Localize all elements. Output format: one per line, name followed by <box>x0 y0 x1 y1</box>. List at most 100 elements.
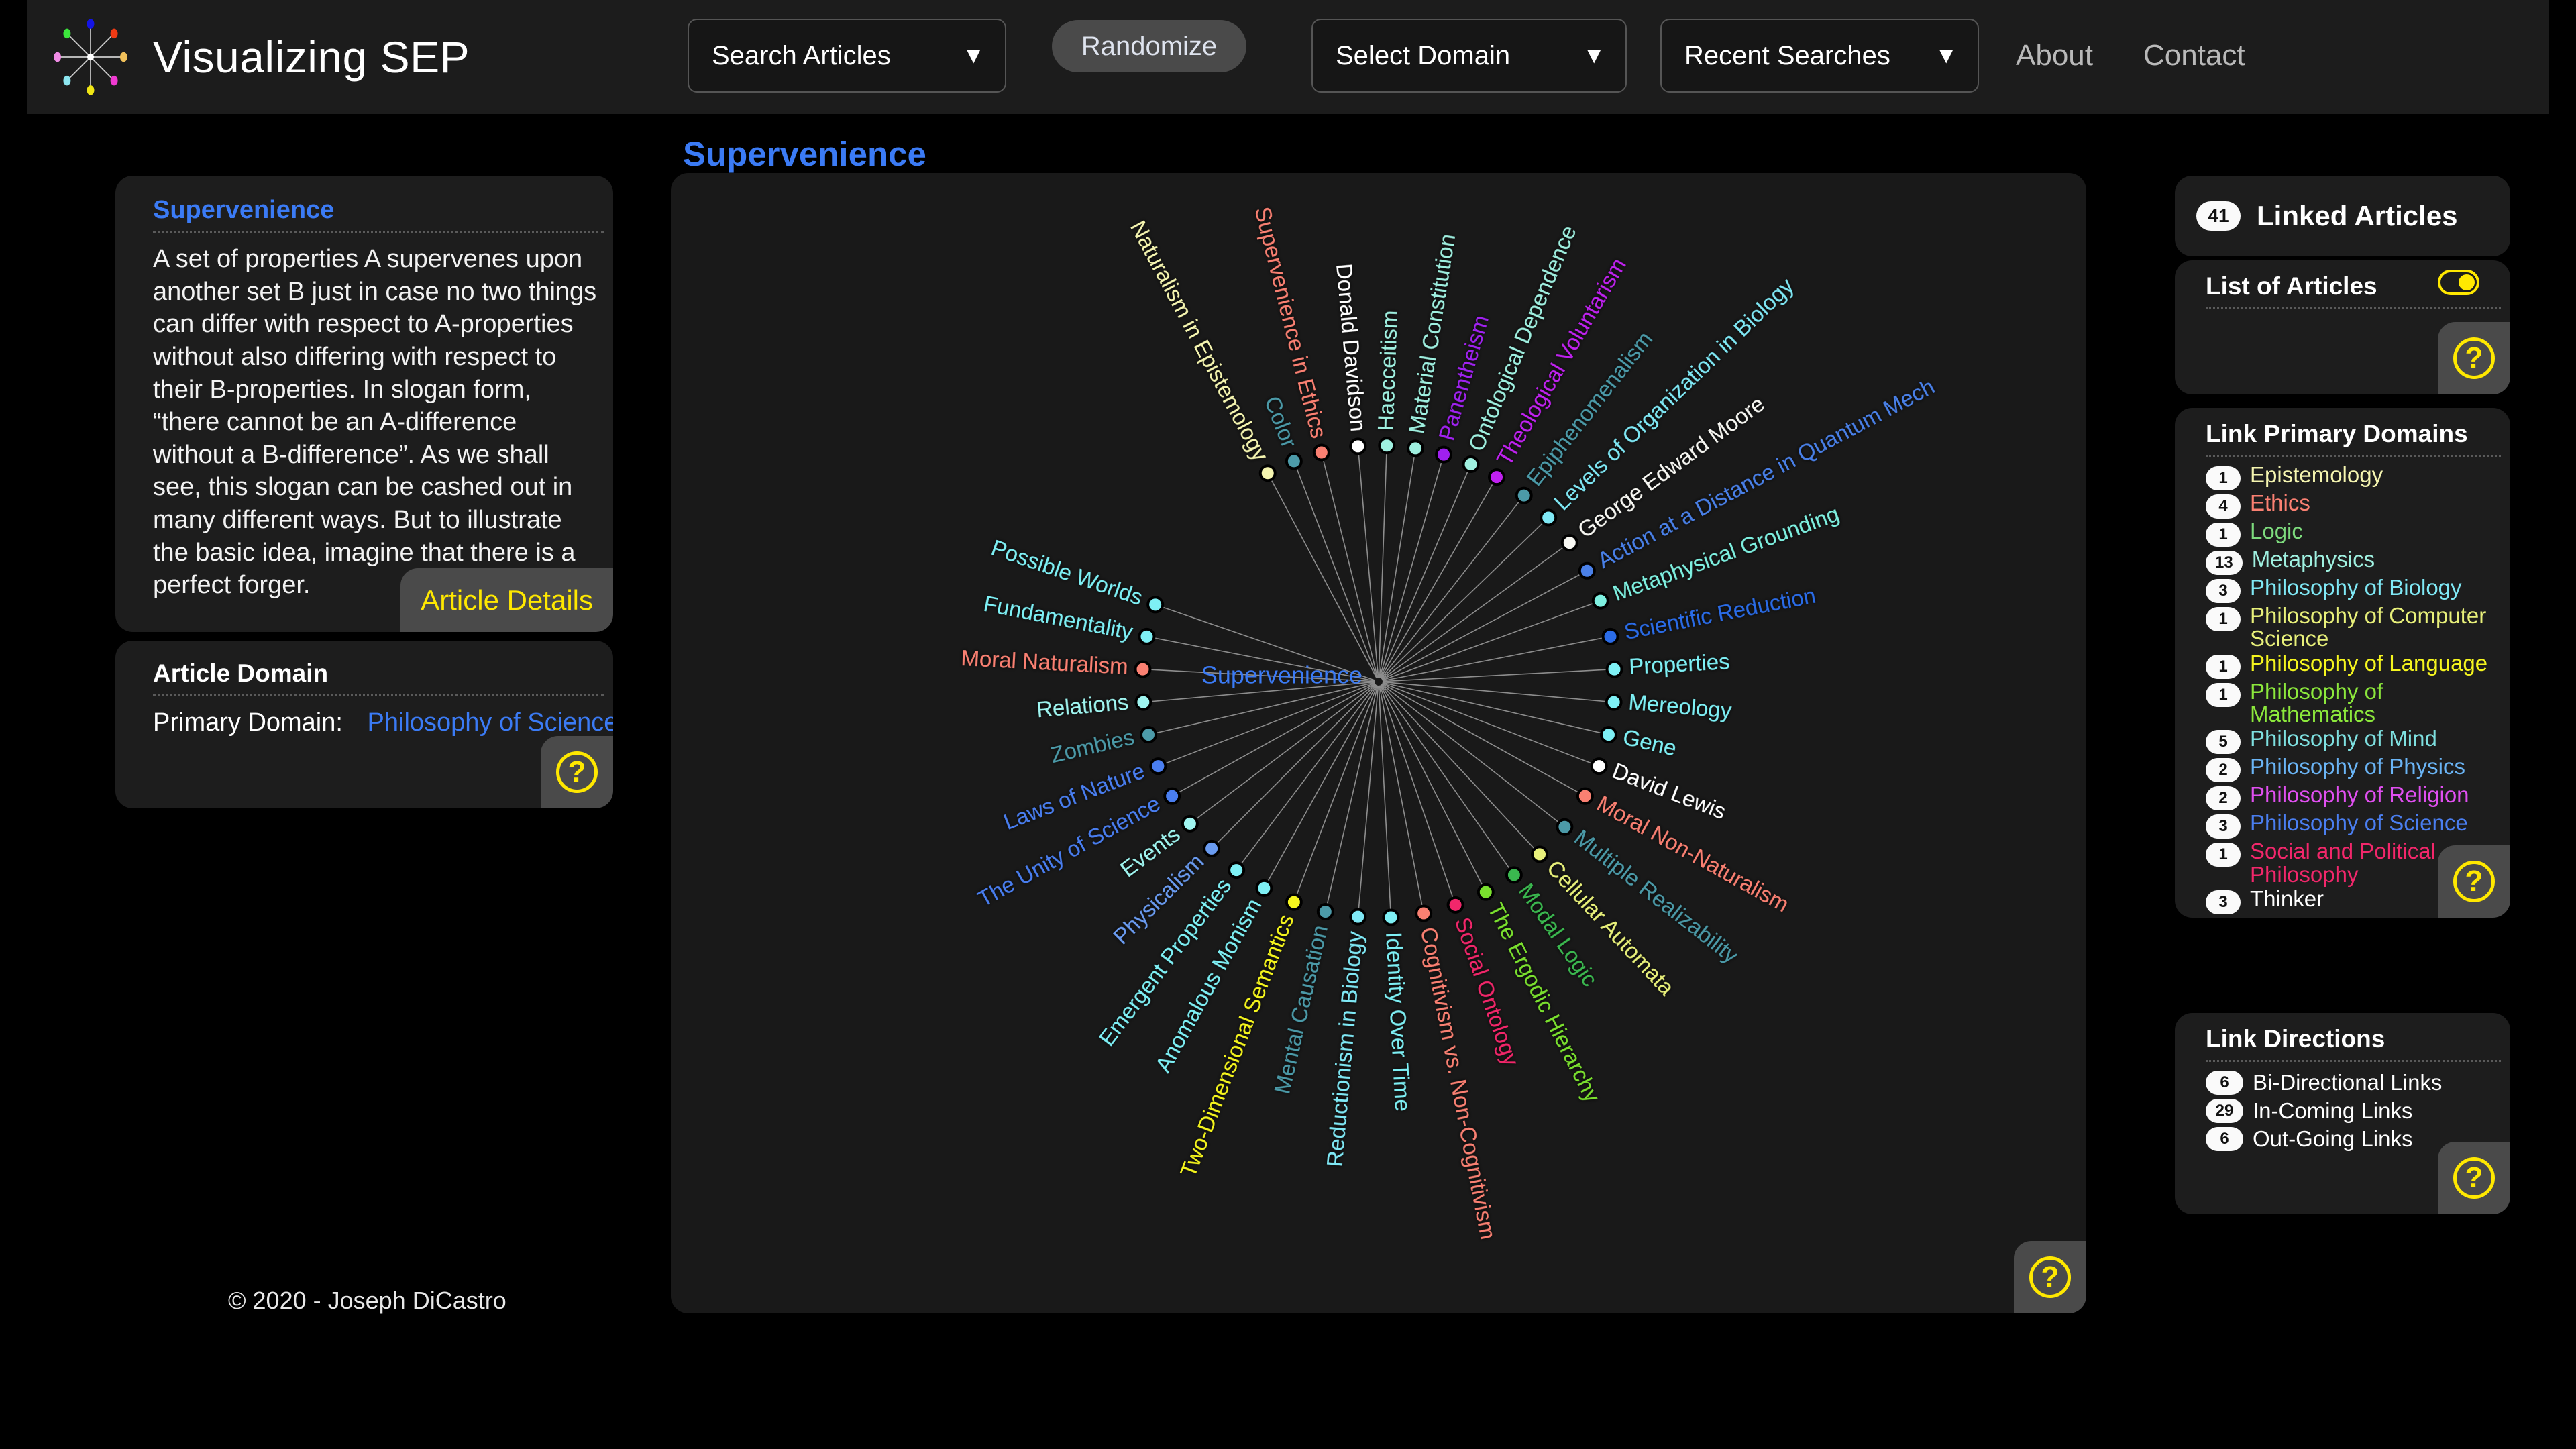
radial-graph-panel[interactable]: Naturalism in Epistemology Supervenience … <box>671 173 2086 1313</box>
graph-node-dot[interactable] <box>1378 437 1396 455</box>
linked-articles-count: 41 <box>2196 201 2241 231</box>
graph-node-dot[interactable] <box>1255 879 1273 897</box>
graph-node-dot[interactable] <box>1578 561 1596 580</box>
link-primary-domain-row[interactable]: 1 Philosophy of Computer Science <box>2206 604 2510 651</box>
graph-help-button[interactable]: ? <box>2014 1241 2086 1313</box>
graph-node-label[interactable]: Relations <box>1036 689 1130 722</box>
link-primary-domain-row[interactable]: 3 Philosophy of Science <box>2206 811 2510 839</box>
radial-graph-svg[interactable]: Naturalism in EpistemologySupervenience … <box>671 173 2086 1313</box>
graph-node-dot[interactable] <box>1435 445 1453 464</box>
graph-node-dot[interactable] <box>1505 866 1523 884</box>
link-primary-domain-row[interactable]: 2 Philosophy of Religion <box>2206 783 2510 811</box>
graph-node-dot[interactable] <box>1134 693 1152 711</box>
graph-node-dot[interactable] <box>1601 627 1619 645</box>
link-primary-domains-help-button[interactable]: ? <box>2438 845 2510 918</box>
graph-node-dot[interactable] <box>1591 592 1609 610</box>
graph-node-label[interactable]: Haecceitism <box>1373 310 1402 431</box>
domain-count-badge: 3 <box>2206 579 2241 603</box>
graph-node-dot[interactable] <box>1560 534 1578 552</box>
graph-node-dot[interactable] <box>1605 693 1623 711</box>
link-direction-row[interactable]: 29 In-Coming Links <box>2206 1098 2510 1124</box>
graph-node-dot[interactable] <box>1599 726 1617 744</box>
list-of-articles-toggle[interactable] <box>2438 270 2479 295</box>
graph-node-dot[interactable] <box>1149 757 1167 775</box>
recent-searches-select[interactable]: Recent Searches ▼ <box>1660 19 1979 93</box>
question-mark-icon: ? <box>2453 1157 2495 1199</box>
recent-searches-label: Recent Searches <box>1684 40 1890 70</box>
link-primary-domain-row[interactable]: 4 Ethics <box>2206 491 2510 519</box>
graph-node-dot[interactable] <box>1312 443 1330 462</box>
graph-node-label[interactable]: Mereology <box>1627 689 1733 722</box>
graph-node-dot[interactable] <box>1415 904 1433 922</box>
link-primary-domain-row[interactable]: 1 Philosophy of Mathematics <box>2206 680 2510 727</box>
graph-node-label[interactable]: Reductionism in Biology <box>1322 930 1368 1168</box>
graph-node-label[interactable]: Donald Davidson <box>1332 262 1371 433</box>
nav-link-about[interactable]: About <box>2016 39 2093 72</box>
domain-count-badge: 4 <box>2206 494 2241 519</box>
graph-edge <box>1381 684 1540 855</box>
graph-node-dot[interactable] <box>1146 596 1165 614</box>
graph-node-dot[interactable] <box>1590 757 1608 775</box>
link-primary-domain-row[interactable]: 2 Philosophy of Physics <box>2206 755 2510 783</box>
toggle-switch-on-icon <box>2459 274 2475 290</box>
list-of-articles-help-button[interactable]: ? <box>2438 322 2510 394</box>
graph-node-dot[interactable] <box>1407 439 1425 458</box>
primary-domain-value[interactable]: Philosophy of Science <box>368 708 613 737</box>
graph-node-dot[interactable] <box>1515 486 1533 504</box>
domain-count-badge: 3 <box>2206 814 2241 839</box>
link-directions-list: 6 Bi-Directional Links 29 In-Coming Links 6 O… <box>2206 1070 2510 1152</box>
graph-node-dot[interactable] <box>1228 861 1246 879</box>
graph-center-label[interactable]: Supervenience <box>1201 661 1362 689</box>
graph-node-label[interactable]: Naturalism in Epistemology <box>1126 217 1274 466</box>
link-directions-help-button[interactable]: ? <box>2438 1142 2510 1214</box>
link-primary-domain-row[interactable]: 1 Philosophy of Language <box>2206 651 2510 679</box>
graph-node-dot[interactable] <box>1285 452 1303 470</box>
link-primary-domain-row[interactable]: 13 Metaphysics <box>2206 547 2510 575</box>
article-domain-help-button[interactable]: ? <box>541 736 613 808</box>
graph-node-dot[interactable] <box>1134 660 1152 678</box>
graph-node-dot[interactable] <box>1531 845 1549 863</box>
graph-node-dot[interactable] <box>1316 902 1334 920</box>
graph-node-label[interactable]: Moral Naturalism <box>961 645 1129 679</box>
graph-node-dot[interactable] <box>1285 893 1303 911</box>
graph-node-dot[interactable] <box>1576 787 1594 805</box>
select-domain-select[interactable]: Select Domain ▼ <box>1311 19 1627 93</box>
graph-node-label[interactable]: Gene <box>1621 724 1679 760</box>
graph-node-dot[interactable] <box>1258 464 1277 482</box>
link-direction-row[interactable]: 6 Bi-Directional Links <box>2206 1070 2510 1095</box>
article-details-button[interactable]: Article Details <box>400 568 613 632</box>
select-domain-label: Select Domain <box>1336 40 1511 70</box>
graph-node-dot[interactable] <box>1382 908 1400 926</box>
graph-node-dot[interactable] <box>1349 908 1367 926</box>
domain-count-badge: 2 <box>2206 758 2241 783</box>
graph-node-dot[interactable] <box>1488 468 1505 486</box>
graph-node-dot[interactable] <box>1446 896 1464 914</box>
randomize-button[interactable]: Randomize <box>1052 20 1246 72</box>
graph-node-dot[interactable] <box>1163 787 1181 805</box>
graph-node-label[interactable]: Zombies <box>1048 724 1136 767</box>
graph-node-dot[interactable] <box>1138 627 1156 645</box>
graph-node-dot[interactable] <box>1203 839 1221 857</box>
graph-node-dot[interactable] <box>1140 726 1158 744</box>
graph-node-dot[interactable] <box>1349 437 1367 455</box>
link-primary-domain-row[interactable]: 5 Philosophy of Mind <box>2206 727 2510 755</box>
link-primary-domain-row[interactable]: 1 Epistemology <box>2206 463 2510 490</box>
graph-node-dot[interactable] <box>1540 508 1558 527</box>
link-primary-domain-row[interactable]: 3 Philosophy of Biology <box>2206 576 2510 603</box>
nav-link-contact[interactable]: Contact <box>2143 39 2245 72</box>
list-of-articles-panel: List of Articles ? <box>2175 260 2510 394</box>
link-primary-domain-row[interactable]: 1 Logic <box>2206 519 2510 547</box>
graph-node-dot[interactable] <box>1181 814 1199 833</box>
graph-edge <box>1267 472 1377 679</box>
graph-node-label[interactable]: Properties <box>1628 649 1730 679</box>
graph-node-dot[interactable] <box>1556 818 1574 836</box>
search-articles-select[interactable]: Search Articles ▼ <box>688 19 1006 93</box>
graph-node-dot[interactable] <box>1462 455 1480 473</box>
domain-label: Philosophy of Computer Science <box>2250 603 2487 651</box>
graph-node-label[interactable]: Identity Over Time <box>1381 931 1415 1112</box>
graph-node-dot[interactable] <box>1605 660 1623 678</box>
domain-count-badge: 1 <box>2206 607 2241 631</box>
graph-node-dot[interactable] <box>1477 883 1495 901</box>
graph-title: Supervenience <box>683 135 926 173</box>
graph-edge <box>1378 685 1392 918</box>
